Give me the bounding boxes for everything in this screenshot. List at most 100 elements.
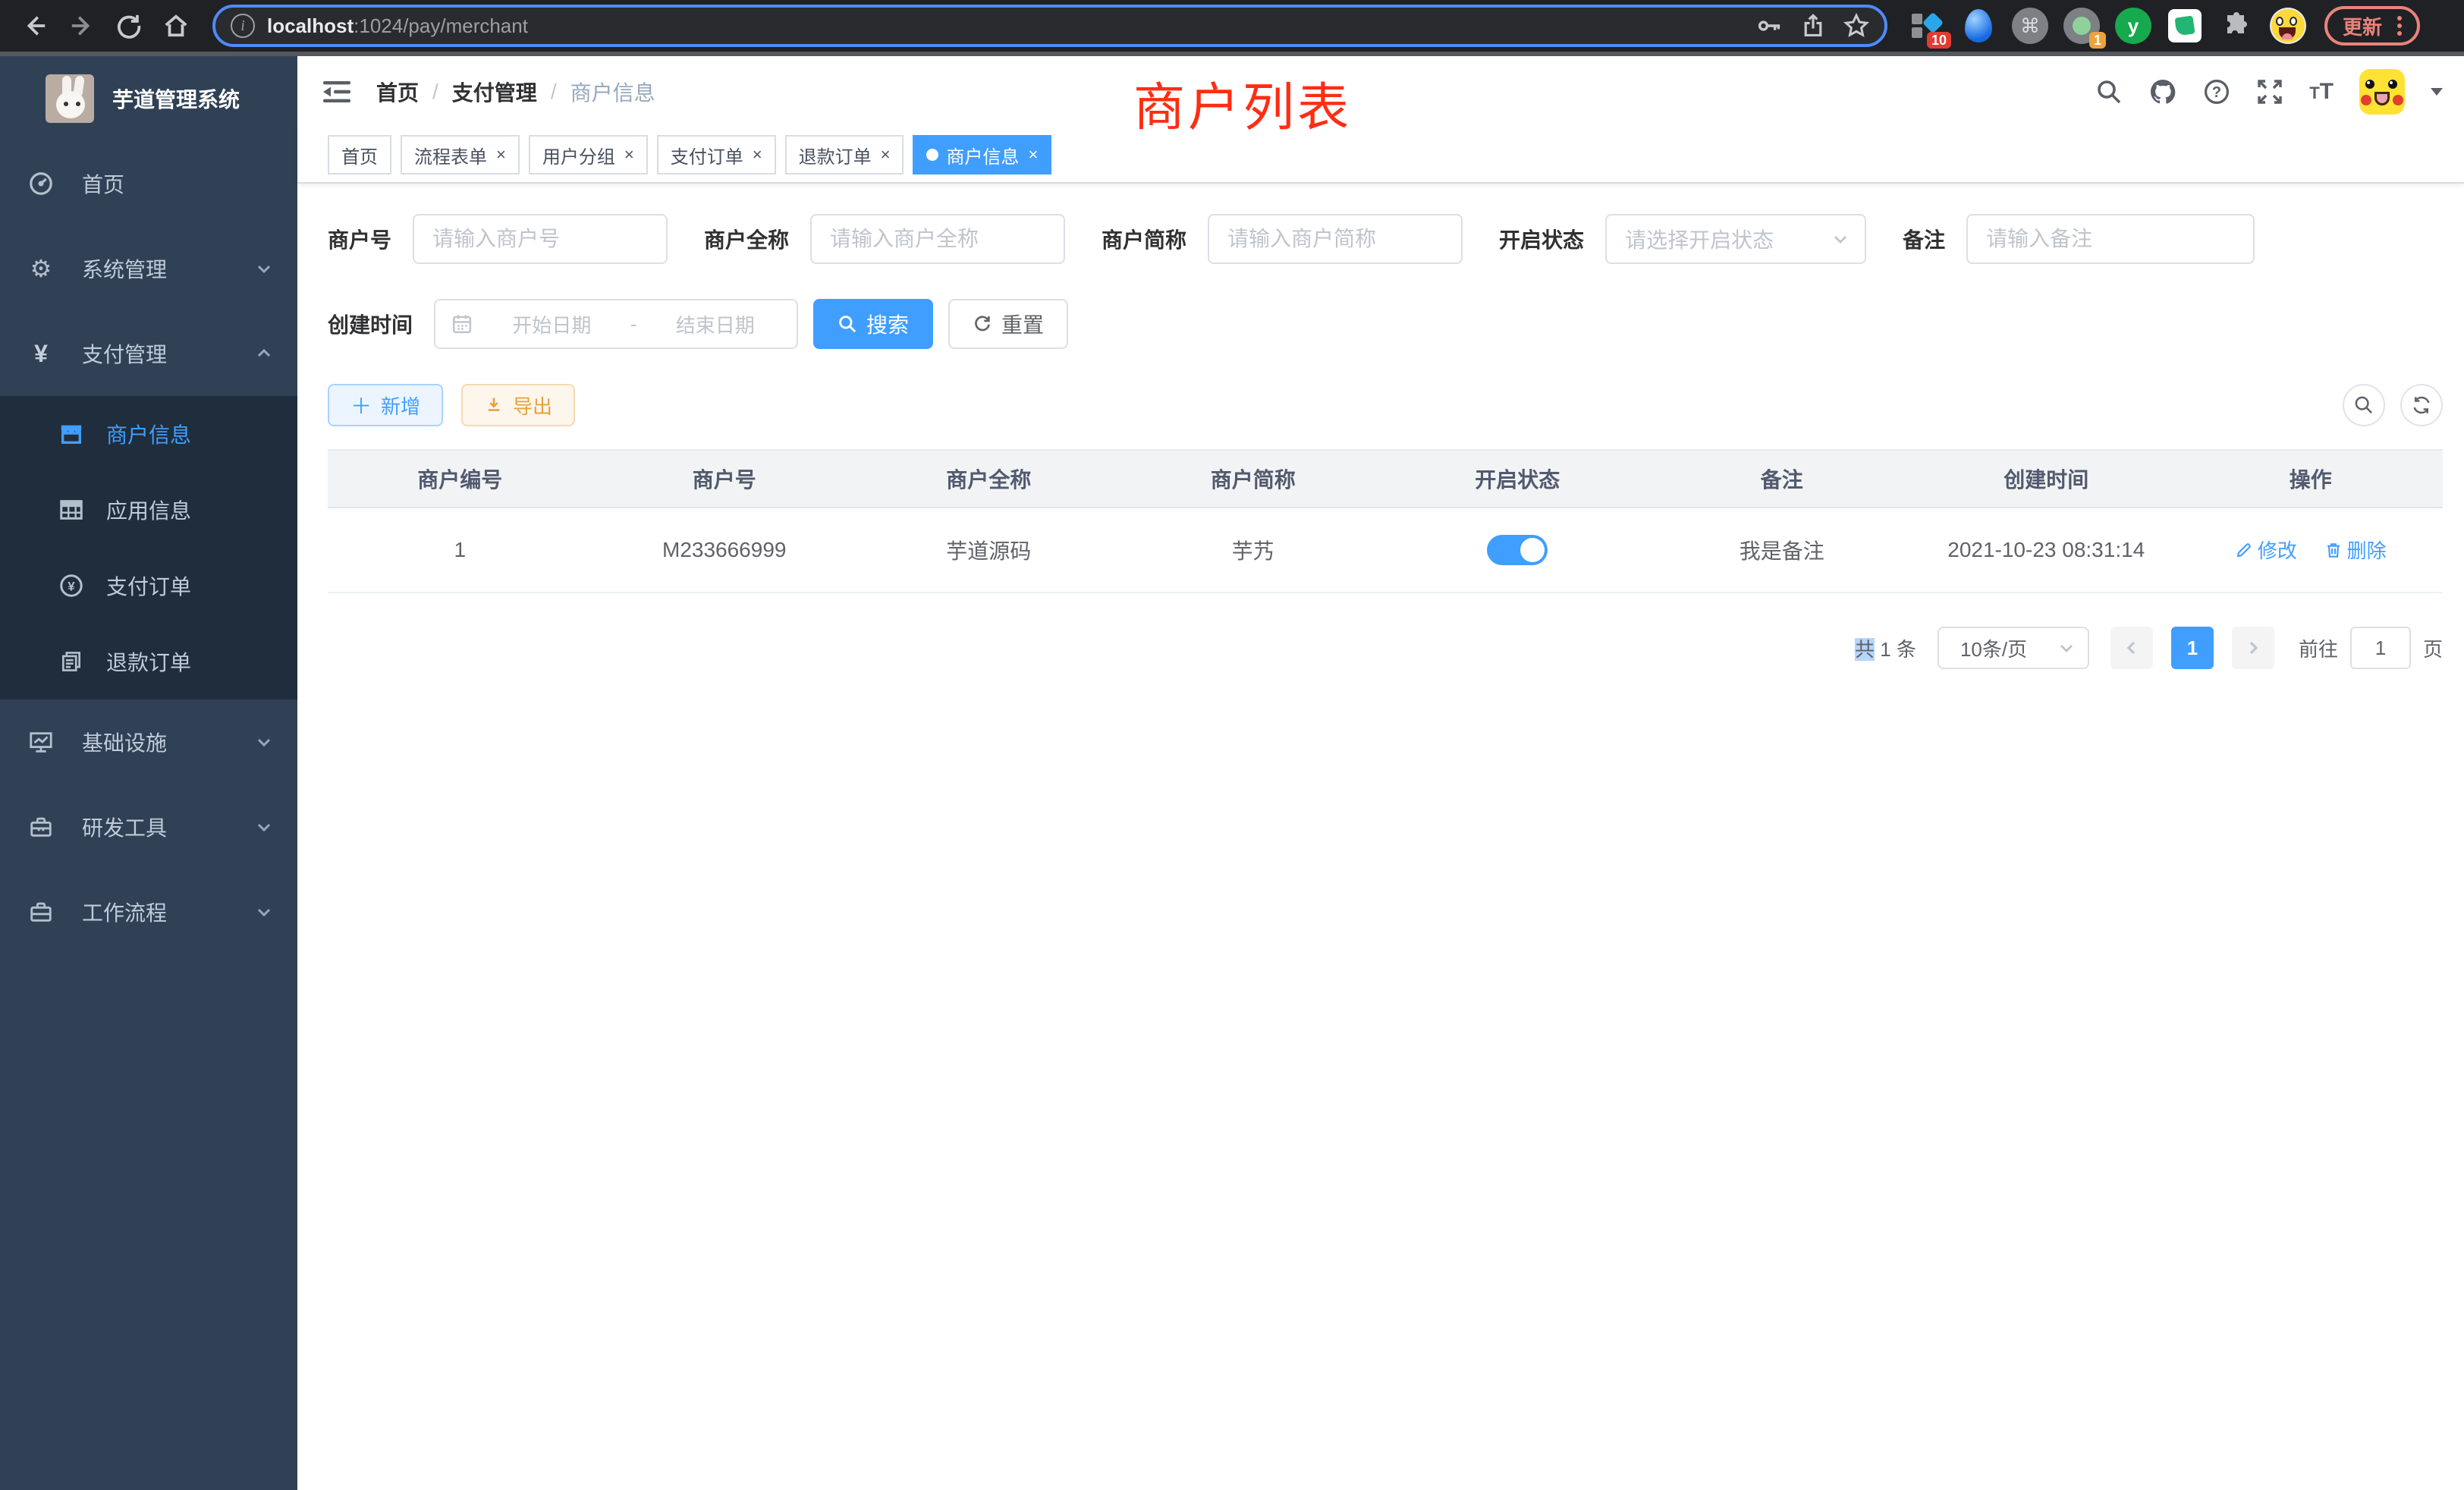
extensions-strip: 10 ⌘ 1 y xyxy=(1909,8,2306,44)
add-button[interactable]: ＋ 新增 xyxy=(328,384,443,426)
start-date-placeholder: 开始日期 xyxy=(486,310,618,338)
table-row: 1 M233666999 芋道源码 芋艿 我是备注 2021-10-23 08:… xyxy=(328,508,2443,593)
sidebar-item-refund-order[interactable]: 退款订单 xyxy=(0,624,297,699)
col-short-name: 商户简称 xyxy=(1121,450,1386,508)
cell-remark: 我是备注 xyxy=(1650,508,1915,593)
reset-button[interactable]: 重置 xyxy=(948,299,1068,349)
extension-recorder-icon[interactable]: 1 xyxy=(2063,8,2100,44)
avatar-caret-icon[interactable] xyxy=(2431,88,2443,96)
page-number-1[interactable]: 1 xyxy=(2171,627,2214,669)
full-name-input[interactable] xyxy=(810,214,1065,264)
extension-pin-icon[interactable] xyxy=(1960,8,1997,44)
status-toggle[interactable] xyxy=(1487,535,1548,565)
grid-table-icon xyxy=(58,497,85,523)
full-name-label: 商户全称 xyxy=(704,224,789,254)
github-icon[interactable] xyxy=(2148,77,2177,106)
toolbar: ＋ 新增 导出 xyxy=(328,384,2443,426)
tab-process-form[interactable]: 流程表单× xyxy=(401,135,520,174)
table-header-row: 商户编号 商户号 商户全称 商户简称 开启状态 备注 创建时间 操作 xyxy=(328,450,2443,508)
svg-text:¥: ¥ xyxy=(68,579,75,593)
fullscreen-icon[interactable] xyxy=(2256,78,2283,105)
extensions-puzzle-icon[interactable] xyxy=(2218,8,2255,44)
sidebar-fold-icon[interactable] xyxy=(322,77,352,107)
forward-icon[interactable] xyxy=(62,6,102,46)
font-size-icon[interactable]: TT xyxy=(2309,79,2334,105)
browser-toolbar: i localhost:1024/pay/merchant 10 ⌘ xyxy=(0,0,2464,52)
sidebar-item-merchant-info[interactable]: 商户信息 xyxy=(0,396,297,472)
close-icon[interactable]: × xyxy=(753,146,762,163)
app-logo-row[interactable]: 芋道管理系统 xyxy=(0,56,297,141)
extension-tabs-icon[interactable]: 10 xyxy=(1909,8,1945,44)
monitor-icon xyxy=(27,729,55,755)
pagination: 共 1 条 10条/页 1 前往 页 xyxy=(328,627,2443,669)
col-status: 开启状态 xyxy=(1385,450,1650,508)
page-size-select[interactable]: 10条/页 xyxy=(1938,627,2089,669)
tab-home[interactable]: 首页 xyxy=(328,135,391,174)
extension-y-icon[interactable]: y xyxy=(2115,8,2151,44)
prev-page-button[interactable] xyxy=(2110,627,2153,669)
breadcrumb-home[interactable]: 首页 xyxy=(376,77,419,107)
create-time-label: 创建时间 xyxy=(328,309,413,339)
header-search-icon[interactable] xyxy=(2095,78,2123,105)
cell-merchant-no: M233666999 xyxy=(592,508,857,593)
tab-user-group[interactable]: 用户分组× xyxy=(529,135,648,174)
filter-row-1: 商户号 商户全称 商户简称 开启状态 请选择开启状态 xyxy=(328,214,2443,264)
active-dot xyxy=(926,149,938,161)
browser-menu-icon[interactable] xyxy=(2397,16,2402,36)
edit-link[interactable]: 修改 xyxy=(2235,536,2297,564)
chevron-down-icon xyxy=(255,903,273,921)
avatar[interactable] xyxy=(2359,69,2405,115)
sidebar-item-infra[interactable]: 基础设施 xyxy=(0,699,297,784)
tab-pay-order[interactable]: 支付订单× xyxy=(657,135,776,174)
yen-circle-icon: ¥ xyxy=(58,573,85,599)
extension-emoji-icon[interactable] xyxy=(2270,8,2306,44)
merchant-table: 商户编号 商户号 商户全称 商户简称 开启状态 备注 创建时间 操作 1 xyxy=(328,449,2443,593)
sidebar-item-app-info[interactable]: 应用信息 xyxy=(0,472,297,548)
goto-page-input[interactable] xyxy=(2350,627,2411,669)
bookmark-star-icon[interactable] xyxy=(1843,13,1869,39)
tab-refund-order[interactable]: 退款订单× xyxy=(785,135,904,174)
site-info-icon[interactable]: i xyxy=(231,14,255,38)
refresh-table-button[interactable] xyxy=(2400,384,2443,426)
browser-update-button[interactable]: 更新 xyxy=(2324,6,2420,46)
export-button[interactable]: 导出 xyxy=(461,384,575,426)
next-page-button[interactable] xyxy=(2232,627,2274,669)
remark-input[interactable] xyxy=(1966,214,2255,264)
col-merchant-no: 商户号 xyxy=(592,450,857,508)
tab-merchant-info[interactable]: 商户信息× xyxy=(913,135,1051,174)
sidebar-item-workflow[interactable]: 工作流程 xyxy=(0,869,297,954)
short-name-input[interactable] xyxy=(1208,214,1463,264)
home-icon[interactable] xyxy=(156,6,196,46)
password-key-icon[interactable] xyxy=(1757,13,1783,39)
page-content: 商户号 商户全称 商户简称 开启状态 请选择开启状态 xyxy=(297,184,2464,669)
close-icon[interactable]: × xyxy=(881,146,891,163)
back-icon[interactable] xyxy=(15,6,55,46)
sidebar-item-devtools[interactable]: 研发工具 xyxy=(0,784,297,869)
close-icon[interactable]: × xyxy=(496,146,506,163)
search-button[interactable]: 搜索 xyxy=(813,299,933,349)
extension-command-icon[interactable]: ⌘ xyxy=(2012,8,2048,44)
delete-link[interactable]: 删除 xyxy=(2324,536,2387,564)
merchant-no-input[interactable] xyxy=(413,214,668,264)
toggle-search-button[interactable] xyxy=(2343,384,2385,426)
breadcrumb-pay[interactable]: 支付管理 xyxy=(452,77,537,107)
chevron-down-icon xyxy=(255,733,273,751)
app-logo xyxy=(46,74,94,123)
reload-icon[interactable] xyxy=(109,6,149,46)
help-icon[interactable]: ? xyxy=(2203,78,2230,105)
status-select[interactable]: 请选择开启状态 xyxy=(1605,214,1866,264)
close-icon[interactable]: × xyxy=(1028,146,1038,163)
date-range-picker[interactable]: 开始日期 - 结束日期 xyxy=(434,299,798,349)
annotation-title: 商户列表 xyxy=(1133,65,1352,140)
sidebar-item-home[interactable]: 首页 xyxy=(0,141,297,226)
address-bar[interactable]: i localhost:1024/pay/merchant xyxy=(212,5,1887,47)
sidebar-item-pay-order[interactable]: ¥ 支付订单 xyxy=(0,548,297,624)
extension-notes-icon[interactable] xyxy=(2167,8,2203,44)
sidebar-item-system[interactable]: ⚙ 系统管理 xyxy=(0,226,297,311)
close-icon[interactable]: × xyxy=(624,146,634,163)
sidebar-item-pay[interactable]: ¥ 支付管理 xyxy=(0,311,297,396)
plus-icon: ＋ xyxy=(350,390,372,420)
share-icon[interactable] xyxy=(1801,13,1825,39)
yen-icon: ¥ xyxy=(27,340,55,368)
remark-label: 备注 xyxy=(1903,224,1945,254)
